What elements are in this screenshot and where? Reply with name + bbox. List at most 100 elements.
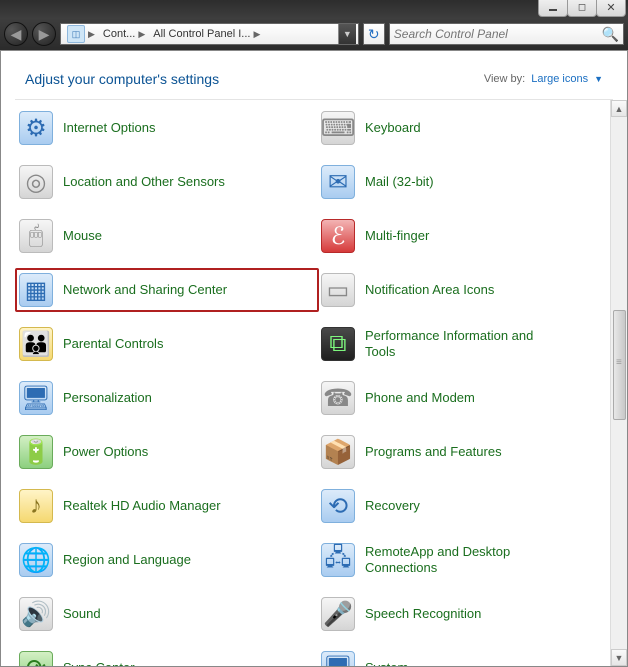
control-panel-item-remoteapp[interactable]: 🖧 RemoteApp and Desktop Connections [321, 542, 609, 578]
control-panel-item-system[interactable]: 🖥 System [321, 650, 609, 666]
control-panel-icon: ◫ [67, 25, 85, 43]
maximize-button[interactable]: ◻ [567, 0, 597, 17]
item-label: Internet Options [63, 120, 156, 136]
mouse-icon: 🖱 [19, 219, 53, 253]
nav-bar: ◀ ▶ ◫▶ Cont...▶ All Control Panel I...▶ … [0, 18, 628, 50]
parental-controls-icon: 👪 [19, 327, 53, 361]
perf-info-tools-icon: ⧉ [321, 327, 355, 361]
items-grid: ⚙ Internet Options ⌨ Keyboard ◎ Location and … [19, 110, 609, 666]
control-panel-item-keyboard[interactable]: ⌨ Keyboard [321, 110, 609, 146]
control-panel-item-multi-finger[interactable]: ℰ Multi-finger [321, 218, 609, 254]
notification-icons-icon: ▭ [321, 273, 355, 307]
mail-icon: ✉ [321, 165, 355, 199]
system-icon: 🖥 [321, 651, 355, 666]
control-panel-item-phone-modem[interactable]: ☎ Phone and Modem [321, 380, 609, 416]
realtek-audio-icon: ♪ [19, 489, 53, 523]
close-button[interactable]: ✕ [596, 0, 626, 17]
item-label: Performance Information and Tools [365, 328, 535, 359]
personalization-icon: 🖥 [19, 381, 53, 415]
window-controls: ◻ ✕ [539, 0, 626, 17]
region-language-icon: 🌐 [19, 543, 53, 577]
view-by-label: View by: [484, 73, 525, 85]
item-label: Phone and Modem [365, 390, 475, 406]
network-sharing-icon: ▦ [19, 273, 53, 307]
item-label: Programs and Features [365, 444, 502, 460]
header-row: Adjust your computer's settings View by:… [1, 51, 627, 99]
forward-button[interactable]: ▶ [32, 22, 56, 46]
chevron-right-icon: ▶ [253, 29, 260, 40]
control-panel-item-region-language[interactable]: 🌐 Region and Language [19, 542, 307, 578]
content-window: Adjust your computer's settings View by:… [0, 50, 628, 667]
item-label: Mail (32-bit) [365, 174, 434, 190]
item-label: Keyboard [365, 120, 421, 136]
item-label: RemoteApp and Desktop Connections [365, 544, 535, 575]
control-panel-item-realtek-audio[interactable]: ♪ Realtek HD Audio Manager [19, 488, 307, 524]
scrollbar[interactable]: ▲ ▼ [610, 100, 627, 666]
item-label: Region and Language [63, 552, 191, 568]
control-panel-item-mail[interactable]: ✉ Mail (32-bit) [321, 164, 609, 200]
scroll-thumb[interactable] [613, 310, 626, 420]
speech-recognition-icon: 🎤 [321, 597, 355, 631]
control-panel-item-network-sharing[interactable]: ▦ Network and Sharing Center [15, 268, 319, 312]
control-panel-item-parental-controls[interactable]: 👪 Parental Controls [19, 326, 307, 362]
location-sensors-icon: ◎ [19, 165, 53, 199]
control-panel-item-speech-recognition[interactable]: 🎤 Speech Recognition [321, 596, 609, 632]
control-panel-item-mouse[interactable]: 🖱 Mouse [19, 218, 307, 254]
search-box[interactable]: 🔍 [389, 23, 624, 45]
item-label: System [365, 660, 408, 666]
item-label: Multi-finger [365, 228, 429, 244]
item-label: Recovery [365, 498, 420, 514]
item-label: Location and Other Sensors [63, 174, 225, 190]
items-pane: ⚙ Internet Options ⌨ Keyboard ◎ Location and … [1, 100, 627, 666]
control-panel-item-notification-icons[interactable]: ▭ Notification Area Icons [321, 272, 609, 308]
page-heading: Adjust your computer's settings [25, 71, 219, 87]
item-label: Notification Area Icons [365, 282, 494, 298]
item-label: Parental Controls [63, 336, 163, 352]
control-panel-item-recovery[interactable]: ⟲ Recovery [321, 488, 609, 524]
keyboard-icon: ⌨ [321, 111, 355, 145]
breadcrumb-segment[interactable]: All Control Panel I...▶ [149, 24, 264, 44]
address-bar[interactable]: ◫▶ Cont...▶ All Control Panel I...▶ ▼ [60, 23, 359, 45]
back-button[interactable]: ◀ [4, 22, 28, 46]
multi-finger-icon: ℰ [321, 219, 355, 253]
control-panel-item-power-options[interactable]: 🔋 Power Options [19, 434, 307, 470]
scroll-down-button[interactable]: ▼ [611, 649, 627, 666]
control-panel-item-sound[interactable]: 🔊 Sound [19, 596, 307, 632]
phone-modem-icon: ☎ [321, 381, 355, 415]
view-by-value: Large icons [531, 73, 588, 85]
minimize-button[interactable] [538, 0, 568, 17]
scroll-up-button[interactable]: ▲ [611, 100, 627, 117]
item-label: Sync Center [63, 660, 135, 666]
control-panel-item-programs-features[interactable]: 📦 Programs and Features [321, 434, 609, 470]
programs-features-icon: 📦 [321, 435, 355, 469]
breadcrumb-label: All Control Panel I... [153, 28, 250, 40]
view-by-control[interactable]: View by: Large icons ▼ [484, 73, 603, 85]
breadcrumb-label: Cont... [103, 28, 135, 40]
control-panel-item-internet-options[interactable]: ⚙ Internet Options [19, 110, 307, 146]
sync-center-icon: ⟳ [19, 651, 53, 666]
sound-icon: 🔊 [19, 597, 53, 631]
item-label: Mouse [63, 228, 102, 244]
item-label: Personalization [63, 390, 152, 406]
item-label: Power Options [63, 444, 148, 460]
chevron-right-icon: ▶ [138, 29, 145, 40]
item-label: Sound [63, 606, 101, 622]
item-label: Speech Recognition [365, 606, 481, 622]
item-label: Realtek HD Audio Manager [63, 498, 221, 514]
refresh-button[interactable]: ↻ [363, 23, 385, 45]
chevron-down-icon: ▼ [594, 74, 603, 84]
title-bar: ◻ ✕ [0, 0, 628, 18]
breadcrumb-segment[interactable]: Cont...▶ [99, 24, 149, 44]
item-label: Network and Sharing Center [63, 282, 227, 298]
remoteapp-icon: 🖧 [321, 543, 355, 577]
control-panel-item-location-sensors[interactable]: ◎ Location and Other Sensors [19, 164, 307, 200]
address-dropdown-button[interactable]: ▼ [338, 24, 356, 44]
search-input[interactable] [394, 27, 602, 41]
power-options-icon: 🔋 [19, 435, 53, 469]
control-panel-item-personalization[interactable]: 🖥 Personalization [19, 380, 307, 416]
control-panel-item-sync-center[interactable]: ⟳ Sync Center [19, 650, 307, 666]
internet-options-icon: ⚙ [19, 111, 53, 145]
recovery-icon: ⟲ [321, 489, 355, 523]
control-panel-item-perf-info-tools[interactable]: ⧉ Performance Information and Tools [321, 326, 609, 362]
search-icon: 🔍 [602, 26, 619, 43]
